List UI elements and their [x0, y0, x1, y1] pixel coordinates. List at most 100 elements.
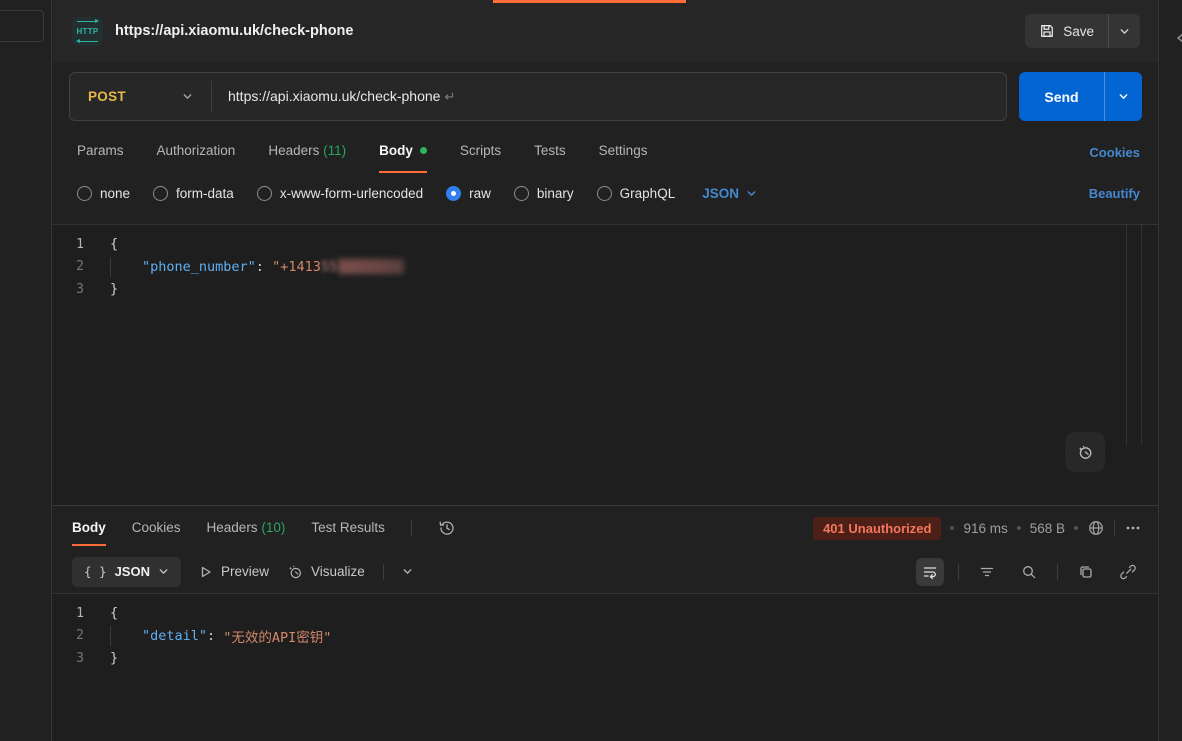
globe-icon: [1087, 519, 1105, 537]
response-status-group: 401 Unauthorized 916 ms 568 B: [813, 517, 1142, 540]
send-button[interactable]: Send: [1019, 72, 1104, 121]
line-number: 3: [53, 651, 110, 666]
request-header-bar: HTTP https://api.xiaomu.uk/check-phone S…: [53, 0, 1158, 62]
http-method-icon: HTTP: [72, 17, 103, 46]
filter-button[interactable]: [973, 558, 1001, 586]
tab-settings[interactable]: Settings: [599, 143, 648, 160]
wrap-text-icon: [922, 564, 938, 580]
request-title: https://api.xiaomu.uk/check-phone: [115, 23, 353, 39]
panel-collapse-icon[interactable]: [1175, 32, 1182, 44]
redacted-digits: 55: [321, 259, 337, 275]
json-value: "+1413: [272, 259, 321, 275]
save-options-button[interactable]: [1108, 14, 1140, 48]
active-tab-indicator: [493, 0, 686, 3]
json-value: "无效的API密钥": [223, 626, 331, 646]
history-icon: [438, 519, 456, 537]
radio-icon: [597, 186, 612, 201]
status-badge[interactable]: 401 Unauthorized: [813, 517, 941, 540]
tab-params[interactable]: Params: [77, 143, 124, 160]
postbot-button[interactable]: [1065, 432, 1105, 472]
response-tab-test-results[interactable]: Test Results: [311, 520, 385, 537]
play-icon: [199, 565, 213, 579]
response-tab-cookies[interactable]: Cookies: [132, 520, 181, 537]
indent-guide: [110, 257, 111, 277]
radio-none[interactable]: none: [77, 186, 130, 201]
json-key: "detail": [142, 628, 207, 644]
filter-icon: [979, 564, 995, 580]
tab-scripts[interactable]: Scripts: [460, 143, 501, 160]
network-info-button[interactable]: [1087, 519, 1105, 537]
language-label: JSON: [702, 186, 739, 201]
line-number: 1: [53, 606, 110, 621]
tab-authorization[interactable]: Authorization: [157, 143, 236, 160]
tab-tests[interactable]: Tests: [534, 143, 566, 160]
radio-urlencoded[interactable]: x-www-form-urlencoded: [257, 186, 423, 201]
response-size[interactable]: 568 B: [1030, 521, 1065, 536]
response-body-editor[interactable]: 1 { 2 "detail": "无效的API密钥" 3 }: [53, 593, 1158, 741]
line-number: 3: [53, 282, 110, 297]
link-button[interactable]: [1114, 558, 1142, 586]
response-format-selector[interactable]: { } JSON: [72, 557, 181, 587]
response-panel: Body Cookies Headers (10) Test Results 4…: [53, 505, 1158, 741]
beautify-link[interactable]: Beautify: [1089, 186, 1140, 201]
search-button[interactable]: [1015, 558, 1043, 586]
editor-scrollbar[interactable]: [1126, 225, 1142, 445]
search-icon: [1021, 564, 1037, 580]
preview-button[interactable]: Preview: [199, 564, 269, 579]
divider: [1057, 564, 1058, 580]
url-input[interactable]: https://api.xiaomu.uk/check-phone↵: [212, 88, 471, 105]
chevron-down-icon: [402, 566, 413, 577]
response-tab-headers[interactable]: Headers (10): [207, 520, 286, 537]
response-view-actions: [916, 558, 1142, 586]
format-label: JSON: [115, 564, 150, 579]
dot-separator: [950, 526, 954, 530]
line-number: 2: [53, 259, 110, 274]
divider: [411, 520, 412, 536]
wrap-text-button[interactable]: [916, 558, 944, 586]
url-input-container: POST https://api.xiaomu.uk/check-phone↵: [69, 72, 1007, 121]
chevron-down-icon: [1118, 91, 1129, 102]
visualize-button[interactable]: Visualize: [287, 564, 365, 580]
body-type-row: none form-data x-www-form-urlencoded raw…: [53, 174, 1158, 212]
radio-binary[interactable]: binary: [514, 186, 574, 201]
tab-headers[interactable]: Headers (11): [268, 143, 346, 160]
toolbar-overflow-button[interactable]: [402, 566, 413, 577]
link-icon: [1120, 564, 1136, 580]
response-more-button[interactable]: [1124, 519, 1142, 537]
json-key: "phone_number": [142, 259, 256, 275]
save-button[interactable]: Save: [1025, 14, 1108, 48]
code-line: 1 {: [53, 233, 1158, 256]
line-number: 1: [53, 237, 110, 252]
save-split-button: Save: [1025, 14, 1140, 48]
dot-separator: [1017, 526, 1021, 530]
body-modified-dot: [420, 147, 427, 154]
language-selector[interactable]: JSON: [702, 186, 757, 201]
braces-icon: { }: [84, 564, 107, 579]
send-options-button[interactable]: [1104, 72, 1142, 121]
copy-button[interactable]: [1072, 558, 1100, 586]
radio-raw[interactable]: raw: [446, 186, 491, 201]
method-selector[interactable]: POST: [70, 73, 211, 120]
code-line: 2 "detail": "无效的API密钥": [53, 625, 1158, 648]
code-line: 3 }: [53, 278, 1158, 301]
radio-form-data[interactable]: form-data: [153, 186, 234, 201]
radio-icon: [77, 186, 92, 201]
request-tabs: Params Authorization Headers (11) Body S…: [53, 121, 1158, 174]
response-history-button[interactable]: [438, 519, 456, 537]
indent-guide: [110, 626, 111, 646]
response-tab-body[interactable]: Body: [72, 520, 106, 537]
app-window: HTTP https://api.xiaomu.uk/check-phone S…: [0, 0, 1182, 741]
response-headers-count: (10): [261, 520, 285, 535]
save-label: Save: [1063, 24, 1094, 39]
radio-icon: [514, 186, 529, 201]
redaction-blur: [338, 259, 404, 274]
chevron-down-icon: [746, 188, 757, 199]
radio-graphql[interactable]: GraphQL: [597, 186, 676, 201]
cookies-link[interactable]: Cookies: [1089, 145, 1140, 160]
request-body-editor[interactable]: 1 { 2 "phone_number": "+141355 3 }: [53, 224, 1158, 505]
sidebar-collapsed-item[interactable]: [0, 10, 44, 42]
more-dots-icon: [1124, 519, 1142, 537]
response-time[interactable]: 916 ms: [963, 521, 1007, 536]
divider: [958, 564, 959, 580]
tab-body[interactable]: Body: [379, 143, 427, 160]
